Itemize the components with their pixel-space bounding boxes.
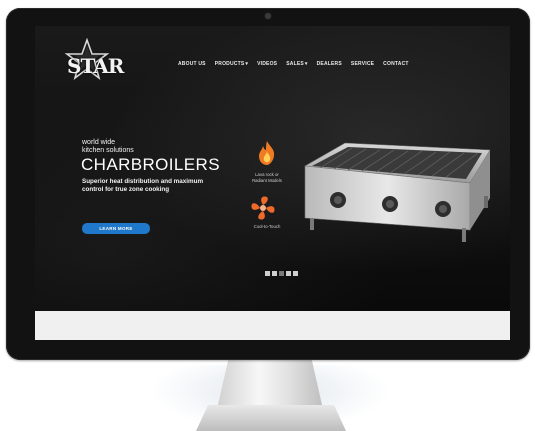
slider-dot-5[interactable] — [293, 271, 298, 276]
nav-item-service[interactable]: SERVICE — [351, 61, 374, 67]
flame-icon — [259, 141, 275, 165]
monitor-screen: STAR ABOUT US PRODUCTS▾ VIDEOS SALES▾ DE… — [35, 26, 510, 340]
slider-dot-1[interactable] — [265, 271, 270, 276]
feature-label-radiant: Radiant Models — [252, 178, 282, 183]
hero-subtext-line2: control for true zone cooking — [82, 186, 170, 193]
slider-dot-3[interactable] — [279, 271, 284, 276]
chevron-down-icon: ▾ — [245, 61, 249, 67]
feature-label-lava-rock: Lava rock or — [255, 172, 279, 177]
charbroiler-product-image — [304, 142, 491, 242]
hero-subtext-line1: Superior heat distribution and maximum — [82, 178, 204, 185]
learn-more-button[interactable]: LEARN MORE — [82, 223, 150, 234]
nav-item-sales[interactable]: SALES▾ — [286, 61, 307, 67]
slider-dot-2[interactable] — [272, 271, 277, 276]
nav-item-dealers[interactable]: DEALERS — [317, 61, 342, 67]
hero-tagline-line1: world wide — [82, 139, 116, 146]
slider-dots — [265, 271, 298, 276]
chevron-down-icon: ▾ — [304, 61, 308, 67]
hero-banner: STAR ABOUT US PRODUCTS▾ VIDEOS SALES▾ DE… — [35, 26, 510, 311]
site-logo[interactable]: STAR — [57, 37, 127, 86]
hero-headline: CHARBROILERS — [81, 155, 220, 174]
logo-text: STAR — [67, 54, 124, 78]
main-nav: ABOUT US PRODUCTS▾ VIDEOS SALES▾ DEALERS… — [178, 61, 409, 67]
nav-item-products[interactable]: PRODUCTS▾ — [215, 61, 248, 67]
nav-item-contact[interactable]: CONTACT — [383, 61, 408, 67]
hero-tagline-line2: kitchen solutions — [82, 147, 134, 154]
cool-touch-fan-icon — [251, 196, 275, 220]
webcam-icon — [265, 13, 271, 19]
slider-dot-4[interactable] — [286, 271, 291, 276]
monitor-stand-base — [196, 405, 346, 431]
nav-item-videos[interactable]: VIDEOS — [257, 61, 277, 67]
nav-item-about-us[interactable]: ABOUT US — [178, 61, 206, 67]
content-strip — [35, 311, 510, 340]
feature-label-cool-to-touch: Cool-to-Touch — [253, 224, 281, 229]
